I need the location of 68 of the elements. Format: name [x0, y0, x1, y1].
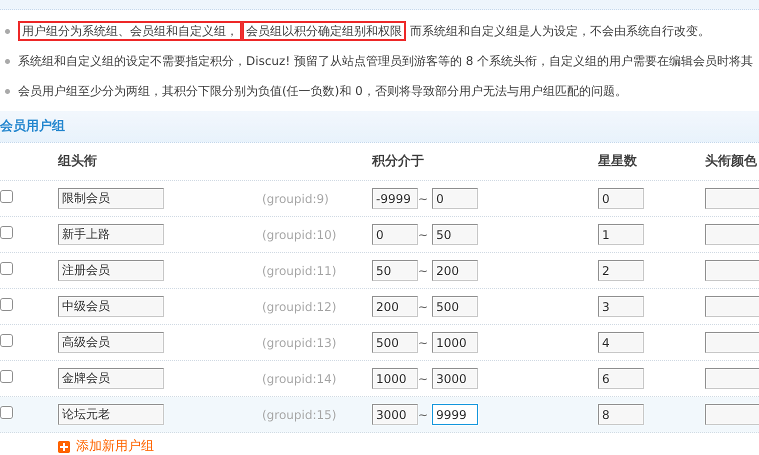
checkbox[interactable] [0, 406, 13, 418]
bullet-icon [5, 58, 10, 64]
color-field[interactable] [705, 332, 759, 353]
input-field[interactable]: 1 [598, 224, 644, 245]
color-field[interactable] [705, 188, 759, 209]
input-field[interactable]: 论坛元老 [58, 404, 164, 425]
color-field[interactable] [705, 404, 759, 425]
input-field[interactable]: 注册会员 [58, 260, 164, 281]
group-id-label: (groupid:14) [262, 372, 336, 386]
tip-text: 用户组分为系统组、会员组和自定义组， 会员组以积分确定组别和权限 而系统组和自定义组是人为设定，不会由系统自行改变。 [18, 22, 710, 40]
input-field[interactable]: 200 [432, 260, 478, 281]
input-field[interactable]: 2 [598, 260, 644, 281]
tilde-label: ~ [418, 190, 428, 208]
input-field[interactable]: 50 [372, 260, 418, 281]
input-field[interactable]: 1000 [372, 368, 418, 389]
input-field[interactable]: 1000 [432, 332, 478, 353]
tilde-label: ~ [418, 406, 428, 424]
column-header: 积分介于 [372, 154, 424, 169]
input-field[interactable]: 3 [598, 296, 644, 317]
input-field[interactable]: 3000 [432, 368, 478, 389]
column-header: 星星数 [598, 154, 637, 169]
column-header: 头衔颜色 [705, 154, 757, 169]
bullet-icon [5, 88, 10, 94]
color-field[interactable] [705, 260, 759, 281]
tip-text: 系统组和自定义组的设定不需要指定积分，Discuz! 预留了从站点管理员到游客等的 8 个系统头衔，自定义组的用户需要在编辑会员时将其 [18, 53, 754, 70]
checkbox[interactable] [0, 370, 13, 382]
tilde-label: ~ [418, 226, 428, 244]
checkbox[interactable] [0, 262, 13, 274]
color-field[interactable] [705, 224, 759, 245]
section-title: 会员用户组 [0, 118, 65, 136]
group-id-label: (groupid:15) [262, 408, 336, 422]
input-field[interactable]: 500 [432, 296, 478, 317]
checkbox[interactable] [0, 190, 13, 202]
input-field[interactable]: 0 [432, 188, 478, 209]
input-field[interactable]: 9999 [432, 404, 478, 425]
checkbox[interactable] [0, 334, 13, 346]
input-field[interactable]: 200 [372, 296, 418, 317]
input-field[interactable]: 0 [372, 224, 418, 245]
color-field[interactable] [705, 296, 759, 317]
input-field[interactable]: 3000 [372, 404, 418, 425]
input-field[interactable]: 50 [432, 224, 478, 245]
tilde-label: ~ [418, 370, 428, 388]
input-field[interactable]: 中级会员 [58, 296, 164, 317]
group-id-label: (groupid:12) [262, 300, 336, 314]
group-id-label: (groupid:11) [262, 264, 336, 278]
bullet-icon [5, 28, 10, 34]
input-field[interactable]: 4 [598, 332, 644, 353]
input-field[interactable]: 500 [372, 332, 418, 353]
input-field[interactable]: 8 [598, 404, 644, 425]
input-field[interactable]: 限制会员 [58, 188, 164, 209]
input-field[interactable]: 0 [598, 188, 644, 209]
tilde-label: ~ [418, 298, 428, 316]
group-id-label: (groupid:13) [262, 336, 336, 350]
checkbox[interactable] [0, 226, 13, 238]
plus-icon [58, 440, 70, 452]
tilde-label: ~ [418, 334, 428, 352]
tilde-label: ~ [418, 262, 428, 280]
input-field[interactable]: 6 [598, 368, 644, 389]
checkbox[interactable] [0, 298, 13, 310]
group-id-label: (groupid:10) [262, 228, 336, 242]
tip-text: 会员用户组至少分为两组，其积分下限分别为负值(任一负数)和 0，否则将导致部分用户无法与用户组匹配的问题。 [18, 83, 627, 100]
column-header: 组头衔 [58, 154, 97, 169]
input-field[interactable]: 新手上路 [58, 224, 164, 245]
group-id-label: (groupid:9) [262, 192, 329, 206]
input-field[interactable]: -9999 [372, 188, 418, 209]
color-field[interactable] [705, 368, 759, 389]
input-field[interactable]: 高级会员 [58, 332, 164, 353]
input-field[interactable]: 金牌会员 [58, 368, 164, 389]
